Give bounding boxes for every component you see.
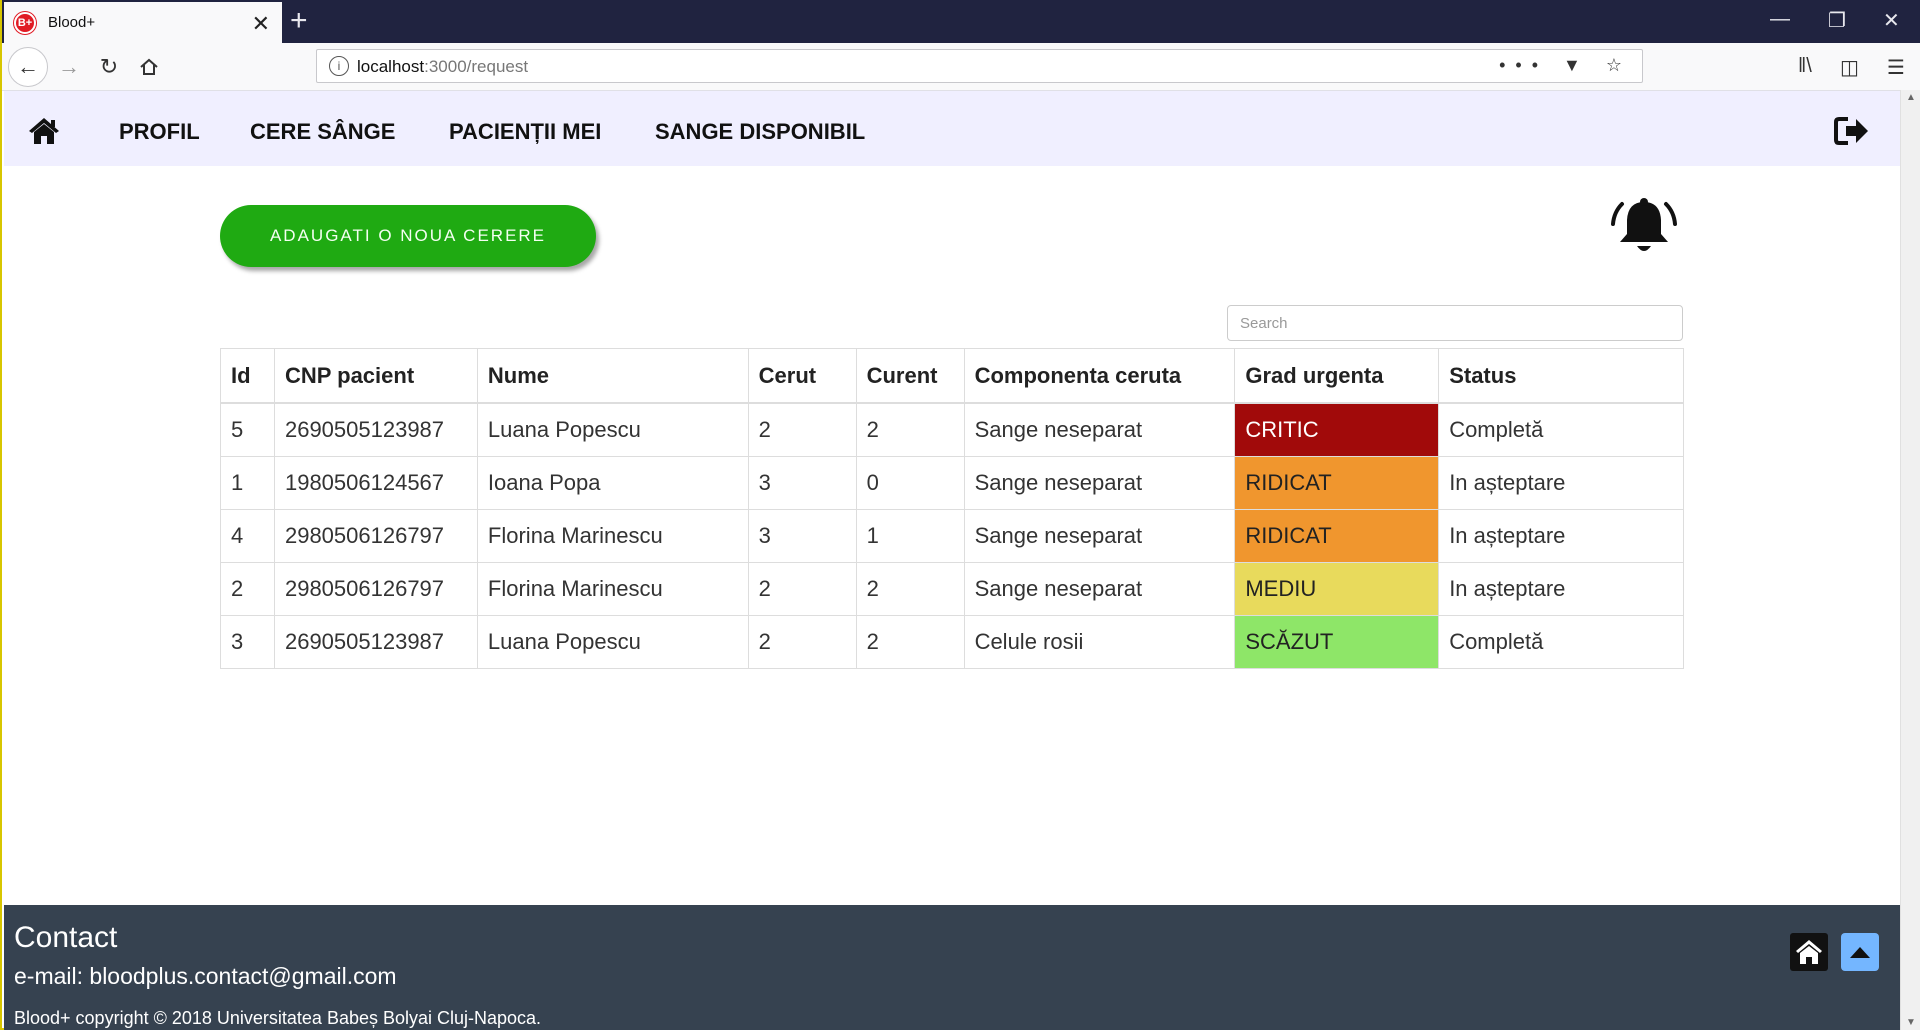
column-header[interactable]: Id — [220, 348, 275, 404]
notification-bell-icon[interactable] — [1610, 196, 1678, 260]
cell-curent: 0 — [855, 456, 965, 510]
cell-curent: 1 — [855, 509, 965, 563]
browser-window: B+ Blood+ ✕ + — ❐ ✕ ← → ↻ i localhost:30… — [0, 0, 1920, 1030]
footer-contact-title: Contact — [14, 921, 118, 954]
cell-id: 5 — [220, 402, 275, 457]
cell-curent: 2 — [855, 562, 965, 616]
nav-home-icon[interactable] — [28, 117, 60, 145]
search-input[interactable] — [1227, 305, 1683, 341]
minimize-icon[interactable]: — — [1770, 8, 1790, 31]
footer-email: e-mail: bloodplus.contact@gmail.com — [14, 963, 397, 989]
tab-title: Blood+ — [48, 14, 96, 31]
cell-componenta: Celule rosii — [963, 615, 1236, 669]
table-row[interactable]: 4 2980506126797 Florina Marinescu 3 1 Sa… — [220, 509, 1684, 563]
pocket-icon[interactable]: ▼ — [1563, 55, 1591, 75]
cell-componenta: Sange neseparat — [963, 456, 1236, 510]
favicon-icon: B+ — [14, 11, 36, 34]
back-arrow-icon[interactable]: ← — [8, 47, 48, 87]
menu-icon[interactable]: ☰ — [1887, 55, 1905, 80]
cell-nume: Luana Popescu — [476, 402, 749, 457]
requests-table: Id CNP pacient Nume Cerut Curent Compone… — [220, 348, 1684, 669]
cell-id: 3 — [220, 615, 275, 669]
cell-id: 2 — [220, 562, 275, 616]
page-footer: Contact e-mail: bloodplus.contact@gmail.… — [4, 905, 1900, 1030]
cell-cerut: 3 — [747, 456, 857, 510]
cell-cnp: 1980506124567 — [273, 456, 478, 510]
cell-grad-urgenta: RIDICAT — [1234, 509, 1440, 563]
cell-cerut: 2 — [747, 562, 857, 616]
tab-strip: B+ Blood+ ✕ + — ❐ ✕ — [2, 0, 1920, 43]
column-header[interactable]: Status — [1438, 348, 1684, 404]
cell-status: In așteptare — [1438, 562, 1684, 616]
cell-componenta: Sange neseparat — [963, 509, 1236, 563]
cell-status: In așteptare — [1438, 456, 1684, 510]
cell-status: Completă — [1438, 615, 1684, 669]
page-actions-menu-icon[interactable]: ••• — [1499, 55, 1548, 75]
cell-componenta: Sange neseparat — [963, 402, 1236, 457]
nav-sange-disponibil[interactable]: SANGE DISPONIBIL — [655, 119, 865, 145]
column-header[interactable]: Cerut — [747, 348, 857, 404]
restore-icon[interactable]: ❐ — [1828, 8, 1846, 33]
page-actions[interactable]: ••• ▼ ☆ — [1499, 55, 1632, 76]
scroll-to-top-icon[interactable] — [1841, 933, 1879, 971]
table-row[interactable]: 1 1980506124567 Ioana Popa 3 0 Sange nes… — [220, 456, 1684, 510]
cell-nume: Ioana Popa — [476, 456, 749, 510]
footer-copyright: Blood+ copyright © 2018 Universitatea Ba… — [14, 1008, 542, 1028]
table-header-row: Id CNP pacient Nume Cerut Curent Compone… — [220, 348, 1684, 404]
nav-pacientii-mei[interactable]: PACIENȚII MEI — [449, 119, 601, 145]
logout-icon[interactable] — [1834, 115, 1870, 147]
column-header[interactable]: Grad urgenta — [1234, 348, 1440, 404]
new-tab-icon[interactable]: + — [290, 4, 308, 38]
cell-cnp: 2690505123987 — [273, 615, 478, 669]
cell-nume: Luana Popescu — [476, 615, 749, 669]
library-icon[interactable]: ‖\ — [1798, 55, 1812, 78]
cell-status: Completă — [1438, 402, 1684, 457]
cell-grad-urgenta: CRITIC — [1234, 402, 1440, 457]
add-request-button[interactable]: ADAUGATI O NOUA CERERE — [220, 205, 596, 267]
nav-cere-sange[interactable]: CERE SÂNGE — [250, 119, 395, 145]
column-header[interactable]: Nume — [476, 348, 749, 404]
column-header[interactable]: CNP pacient — [273, 348, 478, 404]
app-navbar: PROFIL CERE SÂNGE PACIENȚII MEI SANGE DI… — [4, 91, 1900, 166]
cell-grad-urgenta: MEDIU — [1234, 562, 1440, 616]
cell-nume: Florina Marinescu — [476, 562, 749, 616]
scroll-up-icon[interactable]: ▲ — [1906, 92, 1916, 103]
cell-status: In așteptare — [1438, 509, 1684, 563]
cell-cerut: 3 — [747, 509, 857, 563]
reload-icon[interactable]: ↻ — [94, 52, 124, 82]
cell-cnp: 2980506126797 — [273, 562, 478, 616]
url-bar[interactable]: i localhost:3000/request ••• ▼ ☆ — [316, 49, 1643, 83]
cell-curent: 2 — [855, 402, 965, 457]
table-row[interactable]: 2 2980506126797 Florina Marinescu 2 2 Sa… — [220, 562, 1684, 616]
window-close-icon[interactable]: ✕ — [1883, 8, 1900, 33]
cell-cnp: 2980506126797 — [273, 509, 478, 563]
home-icon[interactable] — [134, 52, 164, 82]
column-header[interactable]: Componenta ceruta — [963, 348, 1236, 404]
tab-close-icon[interactable]: ✕ — [252, 11, 270, 37]
cell-id: 1 — [220, 456, 275, 510]
cell-componenta: Sange neseparat — [963, 562, 1236, 616]
sidebar-icon[interactable]: ◫ — [1840, 55, 1859, 80]
nav-profil[interactable]: PROFIL — [119, 119, 200, 145]
forward-arrow-icon[interactable]: → — [54, 52, 84, 82]
cell-cnp: 2690505123987 — [273, 402, 478, 457]
column-header[interactable]: Curent — [855, 348, 965, 404]
cell-grad-urgenta: SCĂZUT — [1234, 615, 1440, 669]
page-scrollbar[interactable]: ▲ ▼ — [1900, 90, 1920, 1030]
browser-toolbar: ← → ↻ i localhost:3000/request ••• ▼ ☆ ‖… — [2, 43, 1920, 91]
footer-home-icon[interactable] — [1790, 933, 1828, 971]
table-row[interactable]: 5 2690505123987 Luana Popescu 2 2 Sange … — [220, 402, 1684, 457]
info-icon[interactable]: i — [329, 56, 349, 76]
bookmark-star-icon[interactable]: ☆ — [1606, 55, 1632, 75]
cell-cerut: 2 — [747, 615, 857, 669]
table-row[interactable]: 3 2690505123987 Luana Popescu 2 2 Celule… — [220, 615, 1684, 669]
cell-grad-urgenta: RIDICAT — [1234, 456, 1440, 510]
cell-nume: Florina Marinescu — [476, 509, 749, 563]
url-text: localhost:3000/request — [357, 57, 529, 76]
scroll-down-icon[interactable]: ▼ — [1906, 1017, 1916, 1028]
cell-curent: 2 — [855, 615, 965, 669]
cell-cerut: 2 — [747, 402, 857, 457]
cell-id: 4 — [220, 509, 275, 563]
browser-tab[interactable]: B+ Blood+ ✕ — [4, 2, 282, 43]
